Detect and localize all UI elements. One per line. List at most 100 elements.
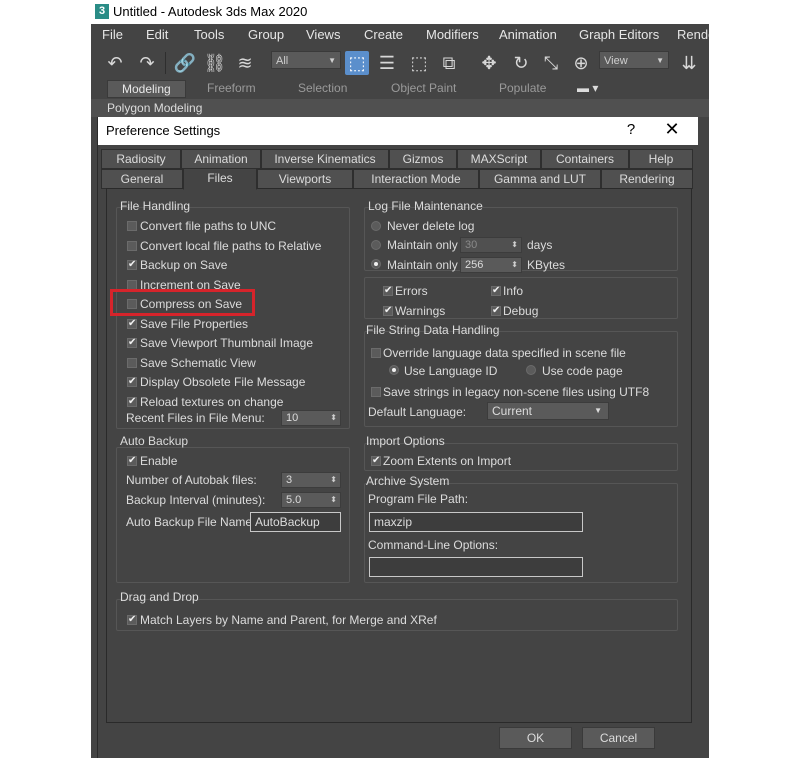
cancel-button[interactable]: Cancel: [582, 727, 655, 749]
checkbox-convert-relative[interactable]: [127, 241, 137, 251]
radio-never-delete-log[interactable]: [371, 221, 381, 231]
unlink-icon[interactable]: ⛓: [203, 51, 227, 75]
ribbon-tab-selection[interactable]: Selection: [298, 81, 347, 95]
selection-filter-dropdown[interactable]: All ▼: [271, 51, 341, 69]
label-use-language-id: Use Language ID: [404, 364, 498, 378]
tab-files[interactable]: Files: [183, 168, 257, 190]
checkbox-info[interactable]: ✔: [491, 286, 501, 296]
ribbon-tab-object-paint[interactable]: Object Paint: [391, 81, 456, 95]
ribbon-tab-freeform[interactable]: Freeform: [207, 81, 256, 95]
radio-maintain-kbytes[interactable]: [371, 259, 381, 269]
scale-icon[interactable]: ⤡: [539, 51, 563, 75]
backup-name-field[interactable]: AutoBackup: [250, 512, 341, 532]
spinner-arrows-icon: ⬍: [511, 240, 518, 249]
tab-help[interactable]: Help: [629, 149, 693, 169]
label-save-file-properties: Save File Properties: [140, 317, 249, 331]
tab-interaction-mode[interactable]: Interaction Mode: [353, 169, 479, 189]
selection-filter-value: All: [276, 55, 289, 67]
bind-spacewarp-icon[interactable]: ≋: [233, 51, 257, 75]
checkbox-match-layers[interactable]: ✔: [127, 615, 137, 625]
close-icon[interactable]: ✕: [664, 119, 680, 140]
help-icon[interactable]: ?: [624, 121, 638, 138]
menu-views[interactable]: Views: [306, 27, 340, 42]
maintain-days-value: 30: [465, 239, 478, 251]
pivot-center-icon[interactable]: ⇊: [677, 51, 701, 75]
reference-coordinate-dropdown[interactable]: View ▼: [599, 51, 669, 69]
num-autobak-spinner[interactable]: 3 ⬍: [281, 472, 341, 488]
rectangular-selection-icon[interactable]: ⬚: [407, 51, 431, 75]
label-days-unit: days: [527, 238, 553, 252]
maintain-kbytes-spinner[interactable]: 256 ⬍: [460, 257, 522, 273]
tab-animation[interactable]: Animation: [181, 149, 261, 169]
ribbon-tab-modeling[interactable]: Modeling: [107, 80, 186, 98]
label-never-delete-log: Never delete log: [387, 219, 475, 233]
ribbon-options-icon[interactable]: ▬ ▾: [577, 81, 598, 95]
label-debug: Debug: [503, 304, 539, 318]
label-backup-name: Auto Backup File Name:: [126, 515, 256, 529]
undo-icon[interactable]: ↶: [103, 51, 127, 75]
checkbox-backup-on-save[interactable]: ✔: [127, 260, 137, 270]
checkbox-save-schematic[interactable]: [127, 358, 137, 368]
radio-maintain-days[interactable]: [371, 240, 381, 250]
label-maintain-days: Maintain only: [387, 238, 458, 252]
menu-group[interactable]: Group: [248, 27, 284, 42]
checkbox-debug[interactable]: ✔: [491, 306, 501, 316]
default-language-dropdown[interactable]: Current ▼: [487, 402, 609, 420]
cmd-options-field[interactable]: [369, 557, 583, 577]
maintain-kbytes-value: 256: [465, 259, 484, 271]
checkbox-save-thumbnail[interactable]: ✔: [127, 338, 137, 348]
select-object-icon[interactable]: ⬚: [345, 51, 369, 75]
checkbox-override-language[interactable]: [371, 348, 381, 358]
link-icon[interactable]: 🔗: [173, 51, 197, 75]
menu-graph-editors[interactable]: Graph Editors: [579, 27, 659, 42]
auto-backup-title: Auto Backup: [120, 434, 189, 448]
checkbox-save-file-properties[interactable]: ✔: [127, 319, 137, 329]
checkbox-obsolete-message[interactable]: ✔: [127, 377, 137, 387]
tab-gamma-and-lut[interactable]: Gamma and LUT: [479, 169, 601, 189]
spinner-arrows-icon: ⬍: [330, 475, 337, 484]
ok-button[interactable]: OK: [499, 727, 572, 749]
tab-gizmos[interactable]: Gizmos: [389, 149, 457, 169]
tab-inverse-kinematics[interactable]: Inverse Kinematics: [261, 149, 389, 169]
tab-viewports[interactable]: Viewports: [257, 169, 353, 189]
backup-interval-spinner[interactable]: 5.0 ⬍: [281, 492, 341, 508]
menu-bar: File Edit Tools Group Views Create Modif…: [91, 24, 709, 46]
place-icon[interactable]: ⊕: [569, 51, 593, 75]
maintain-days-spinner[interactable]: 30 ⬍: [460, 237, 522, 253]
checkbox-warnings[interactable]: ✔: [383, 306, 393, 316]
move-icon[interactable]: ✥: [477, 51, 501, 75]
checkbox-legacy-utf8[interactable]: [371, 387, 381, 397]
menu-animation[interactable]: Animation: [499, 27, 557, 42]
redo-icon[interactable]: ↷: [135, 51, 159, 75]
window-crossing-icon[interactable]: ⧉: [437, 51, 461, 75]
menu-rendering[interactable]: Rende: [677, 27, 709, 42]
label-warnings: Warnings: [395, 304, 446, 318]
menu-create[interactable]: Create: [364, 27, 403, 42]
checkbox-convert-unc[interactable]: [127, 221, 137, 231]
label-program-path: Program File Path:: [368, 492, 469, 506]
radio-use-language-id[interactable]: [389, 365, 399, 375]
drag-and-drop-title: Drag and Drop: [120, 590, 199, 604]
ribbon-tab-populate[interactable]: Populate: [499, 81, 546, 95]
program-path-field[interactable]: maxzip: [369, 512, 583, 532]
label-backup-on-save: Backup on Save: [140, 258, 228, 272]
checkbox-zoom-extents[interactable]: ✔: [371, 456, 381, 466]
checkbox-errors[interactable]: ✔: [383, 286, 393, 296]
checkbox-enable-backup[interactable]: ✔: [127, 456, 137, 466]
radio-use-code-page[interactable]: [526, 365, 536, 375]
checkbox-reload-textures[interactable]: ✔: [127, 397, 137, 407]
menu-modifiers[interactable]: Modifiers: [426, 27, 479, 42]
tab-containers[interactable]: Containers: [541, 149, 629, 169]
tab-rendering[interactable]: Rendering: [601, 169, 693, 189]
tab-maxscript[interactable]: MAXScript: [457, 149, 541, 169]
tab-general[interactable]: General: [101, 169, 183, 189]
menu-tools[interactable]: Tools: [194, 27, 224, 42]
rotate-icon[interactable]: ↻: [509, 51, 533, 75]
menu-file[interactable]: File: [102, 27, 123, 42]
tab-radiosity[interactable]: Radiosity: [101, 149, 181, 169]
chevron-down-icon: ▼: [328, 56, 336, 65]
select-by-name-icon[interactable]: ☰: [375, 51, 399, 75]
menu-edit[interactable]: Edit: [146, 27, 168, 42]
recent-files-spinner[interactable]: 10 ⬍: [281, 410, 341, 426]
reference-coordinate-value: View: [604, 55, 628, 67]
